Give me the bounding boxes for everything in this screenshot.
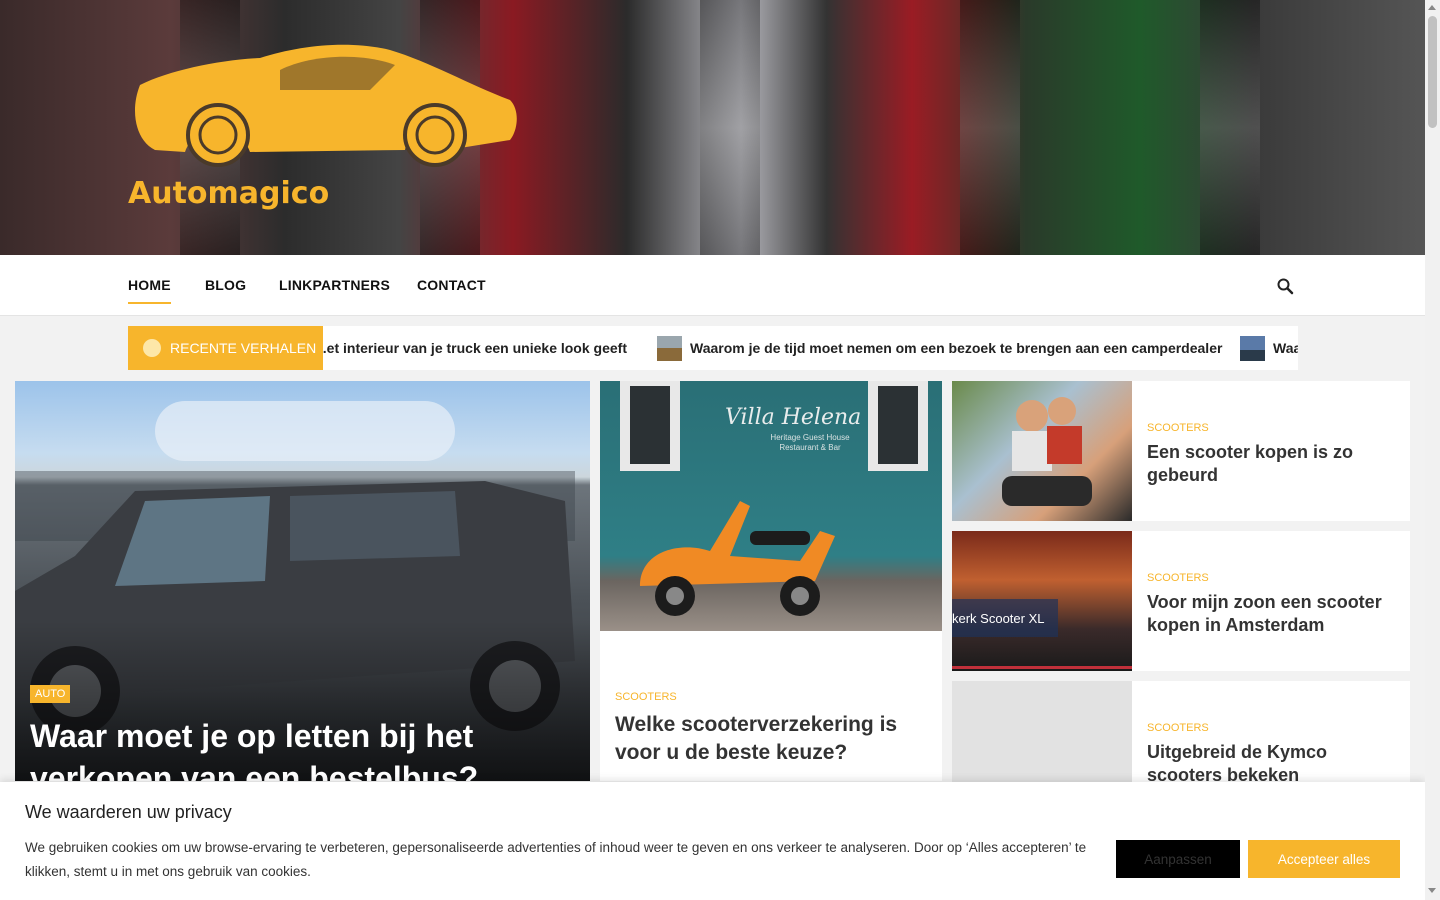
cookie-consent-banner: We waarderen uw privacy We gebruiken coo… [0,782,1425,900]
ticker-item[interactable]: Waarom je de tijd moet nemen om een bezo… [657,326,1222,370]
post-card[interactable]: kerk Scooter XL SCOOTERS Voor mijn zoon … [952,531,1410,671]
page-scrollbar[interactable] [1425,0,1440,900]
car-logo-icon[interactable] [130,40,520,170]
scroll-down-arrow-icon[interactable] [1428,888,1436,893]
post-title[interactable]: Voor mijn zoon een scooter kopen in Amst… [1147,591,1402,637]
accept-all-button[interactable]: Accepteer alles [1248,840,1400,878]
customize-button[interactable]: Aanpassen [1116,840,1240,878]
category-badge[interactable]: AUTO [30,685,71,703]
main-navigation: HOME BLOG LINKPARTNERS CONTACT [0,255,1425,316]
cookie-title: We waarderen uw privacy [25,802,232,822]
nav-home[interactable]: HOME [128,277,171,304]
ticker-label: RECENTE VERHALEN [128,326,323,370]
search-icon[interactable] [1276,277,1294,295]
scrollbar-thumb[interactable] [1428,16,1437,128]
post-title[interactable]: Welke scooterverzekering is voor u de be… [615,711,925,767]
scooter-building-image: Villa Helena Heritage Guest House Restau… [600,381,942,631]
villa-subsign: Heritage Guest House Restaurant & Bar [770,433,850,452]
couple-on-scooter-image [952,381,1132,521]
banner-texture [1200,0,1260,255]
nav-linkpartners[interactable]: LINKPARTNERS [279,277,390,293]
post-category[interactable]: SCOOTERS [615,691,677,703]
video-overlay-label: kerk Scooter XL [952,599,1058,637]
ticker-label-text: RECENTE VERHALEN [170,340,317,356]
banner-texture [700,0,760,255]
progress-bar [952,666,1132,669]
post-card[interactable]: SCOOTERS Een scooter kopen is zo gebeurd [952,381,1410,521]
ticker-item[interactable]: ...et interieur van je truck een unieke … [323,326,627,370]
scooter-shop-image: kerk Scooter XL [952,531,1132,671]
pulse-dot-icon [143,339,161,357]
scroll-up-arrow-icon[interactable] [1428,5,1436,10]
villa-sign: Villa Helena [725,405,862,430]
ticker-track: ...et interieur van je truck een unieke … [323,326,1298,370]
header-banner: Automagico [0,0,1425,255]
site-title[interactable]: Automagico [128,176,329,211]
banner-texture [960,0,1020,255]
video-overlay-text: kerk Scooter XL [952,610,1045,626]
ticker-item-text[interactable]: Waarom je de tijd moet nemen om een bezo… [690,340,1222,356]
scooter-couple-icon [1002,397,1092,506]
post-category[interactable]: SCOOTERS [1147,722,1209,734]
ticker-item[interactable]: Waa... [1240,326,1298,370]
post-title[interactable]: Een scooter kopen is zo gebeurd [1147,441,1402,487]
ticker-item-text[interactable]: Waa... [1273,340,1298,356]
cookie-text: We gebruiken cookies om uw browse-ervari… [25,840,1087,879]
ticker-item-text[interactable]: ...et interieur van je truck een unieke … [323,340,627,356]
sky-cloud [155,401,455,461]
recent-stories-ticker: RECENTE VERHALEN ...et interieur van je … [128,326,1298,370]
truck-thumbnail-icon [1240,335,1265,361]
nav-blog[interactable]: BLOG [205,277,246,293]
nav-contact[interactable]: CONTACT [417,277,486,293]
featured-post[interactable]: AUTO Waar moet je op letten bij het verk… [15,381,590,781]
post-category[interactable]: SCOOTERS [1147,572,1209,584]
post-card[interactable]: Villa Helena Heritage Guest House Restau… [600,381,942,781]
post-title[interactable]: Uitgebreid de Kymco scooters bekeken [1147,741,1402,787]
post-category[interactable]: SCOOTERS [1147,422,1209,434]
landscape-thumbnail-icon [657,335,682,361]
featured-post-title[interactable]: Waar moet je op letten bij het verkopen … [30,715,570,781]
